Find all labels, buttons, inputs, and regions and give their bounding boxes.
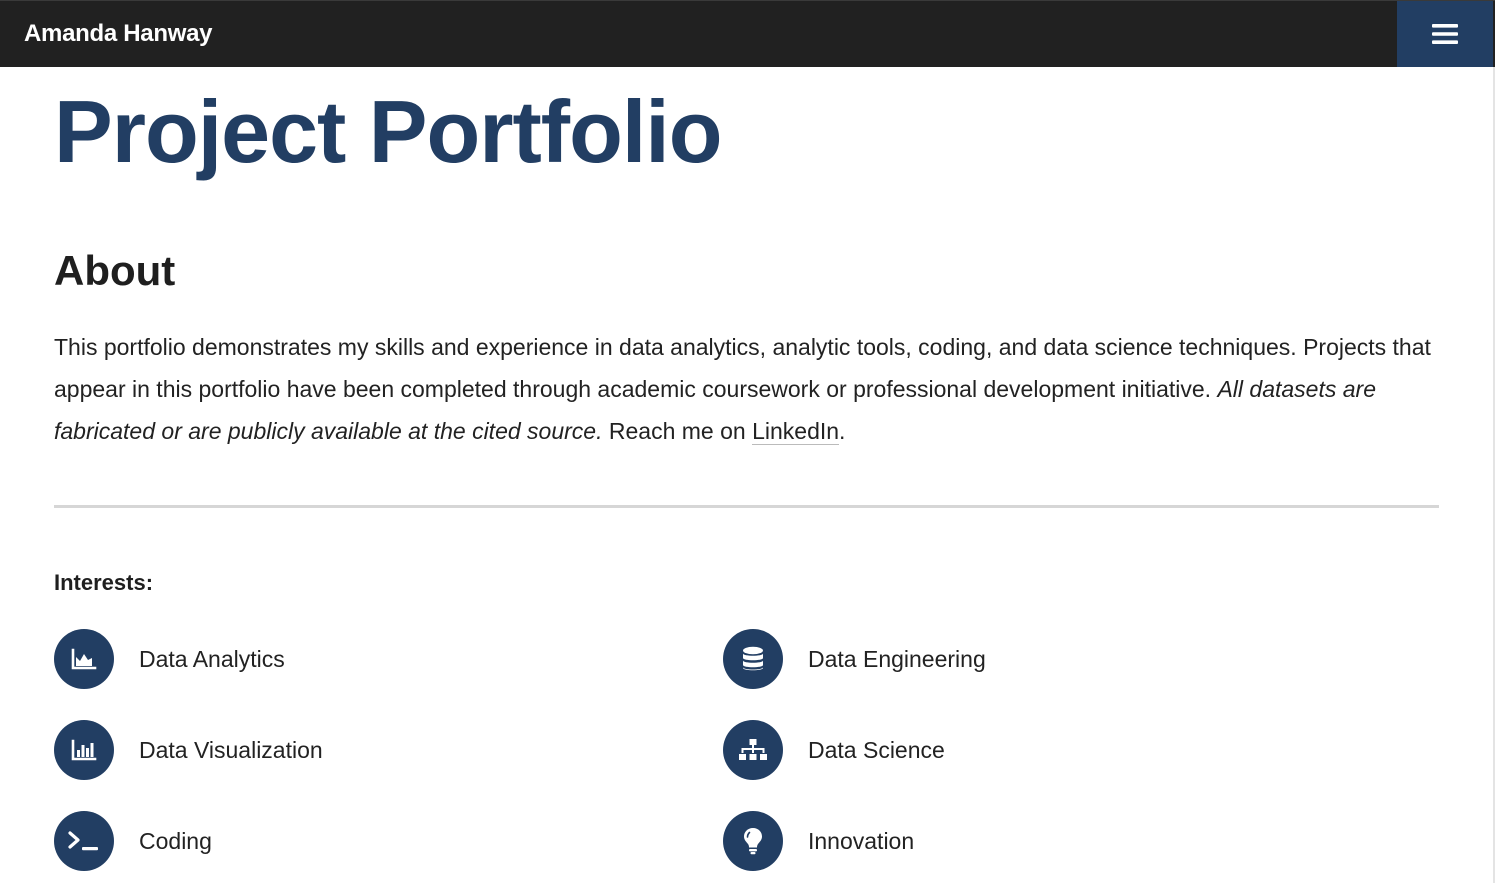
interest-item-data-visualization: Data Visualization: [54, 720, 323, 780]
interest-label: Data Visualization: [139, 736, 323, 763]
about-paragraph: This portfolio demonstrates my skills an…: [54, 326, 1439, 452]
interest-item-coding: Coding: [54, 811, 212, 871]
interest-item-data-engineering: Data Engineering: [723, 629, 986, 689]
about-heading: About: [54, 247, 176, 294]
area-chart-icon: [54, 629, 114, 689]
page-title: Project Portfolio: [54, 82, 722, 181]
bar-chart-icon: [54, 720, 114, 780]
section-divider: [54, 505, 1439, 508]
site-brand-link[interactable]: Amanda Hanway: [24, 20, 212, 48]
interests-heading: Interests:: [54, 570, 154, 595]
database-icon: [723, 629, 783, 689]
interest-item-data-science: Data Science: [723, 720, 945, 780]
top-navbar: Amanda Hanway: [0, 0, 1495, 67]
interest-label: Innovation: [808, 827, 915, 854]
linkedin-link[interactable]: LinkedIn: [752, 418, 840, 445]
interest-label: Data Engineering: [808, 645, 986, 672]
interest-item-data-analytics: Data Analytics: [54, 629, 285, 689]
interest-label: Data Science: [808, 736, 945, 763]
sitemap-icon: [723, 720, 783, 780]
interest-label: Data Analytics: [139, 645, 285, 672]
menu-toggle-button[interactable]: [1397, 1, 1493, 67]
interest-item-innovation: Innovation: [723, 811, 914, 871]
hamburger-menu-icon: [1432, 24, 1458, 44]
interest-label: Coding: [139, 827, 212, 854]
about-text-end: .: [839, 418, 846, 444]
about-text-contact: Reach me on: [602, 418, 753, 444]
terminal-icon: [54, 811, 114, 871]
lightbulb-icon: [723, 811, 783, 871]
